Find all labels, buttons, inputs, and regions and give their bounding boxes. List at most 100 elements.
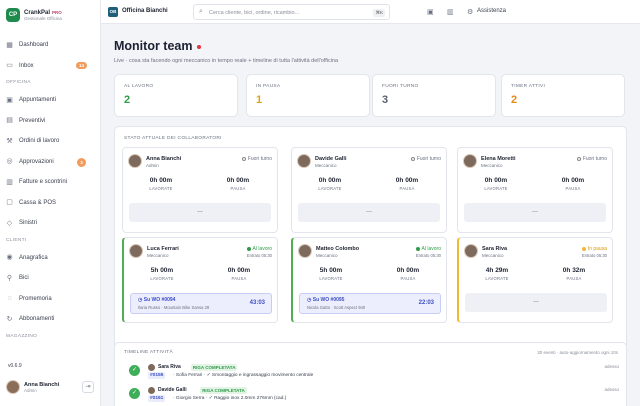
no-activity-placeholder: — bbox=[129, 203, 271, 222]
team-member-card[interactable]: Luca Ferrari Meccanico Al lavoro Entrato 05… bbox=[122, 237, 278, 323]
calendar-icon: ▣ bbox=[6, 96, 13, 104]
pause-label: PAUSA bbox=[231, 276, 247, 281]
active-work-order[interactable]: ◷ Su WO #0094 Ilaria Russo · Mountain Bik… bbox=[130, 293, 272, 314]
sidebar-item-ordini-di-lavoro[interactable]: ⚒ Ordini di lavoro bbox=[0, 131, 100, 152]
member-role: Meccanico bbox=[482, 253, 504, 258]
sidebar-item-sinistri[interactable]: ◇ Sinistri bbox=[0, 213, 100, 234]
sidebar-item-bici[interactable]: ⚲ Bici bbox=[0, 268, 100, 289]
worked-time: 0h 00m bbox=[318, 177, 342, 184]
sidebar-item-inbox[interactable]: ▭ Inbox 14 bbox=[0, 56, 100, 77]
status-text: Fuori turno bbox=[582, 156, 607, 162]
pause-label: PAUSA bbox=[230, 186, 246, 191]
sidebar-section-label: MAGAZZINO bbox=[6, 333, 38, 339]
shift-start: Entrato 05:30 bbox=[581, 253, 607, 258]
member-role: Meccanico bbox=[315, 163, 337, 168]
worked-label: LAVORATE bbox=[484, 186, 508, 191]
status-badge: Fuori turno bbox=[410, 156, 441, 162]
team-member-card[interactable]: Sara Riva Meccanico In pausa Entrato 05:30 4… bbox=[457, 237, 613, 323]
member-role: Meccanico bbox=[481, 163, 503, 168]
timeline-event: ✓ Sara Riva RIGA COMPLETATA #0155 · Sofia Fe… bbox=[129, 363, 619, 383]
sidebar-item-label: Sinistri bbox=[19, 220, 38, 227]
assistance-link[interactable]: Assistenza bbox=[477, 8, 506, 14]
team-member-card[interactable]: Elena Moretti Meccanico Fuori turno 0h 00m 0… bbox=[457, 147, 613, 233]
team-member-card[interactable]: Matteo Colombo Meccanico Al lavoro Entrato … bbox=[291, 237, 447, 323]
status-text: Fuori turno bbox=[416, 156, 441, 162]
work-order-link[interactable]: #0155 bbox=[148, 372, 166, 379]
sidebar-item-preventivi[interactable]: ▤ Preventivi bbox=[0, 111, 100, 132]
status-text: Al lavoro bbox=[421, 246, 441, 252]
event-tag: RIGA COMPLETATA bbox=[200, 386, 247, 394]
pause-time: 0h 00m bbox=[227, 267, 251, 274]
user-profile[interactable]: Anna Bianchi Admin ⇥ bbox=[6, 380, 96, 394]
member-name: Matteo Colombo bbox=[316, 246, 360, 252]
no-activity-placeholder: — bbox=[464, 203, 606, 222]
sidebar-item-anagrafica[interactable]: ◉ Anagrafica bbox=[0, 248, 100, 269]
stat-label: TIMER ATTIVI bbox=[511, 84, 546, 89]
worked-label: LAVORATE bbox=[149, 186, 173, 191]
pause-time: 0h 32m bbox=[562, 267, 586, 274]
calendar-icon[interactable]: ▣ bbox=[427, 8, 434, 16]
status-badge: In pausa bbox=[581, 246, 607, 252]
page-title: Monitor team bbox=[114, 39, 202, 53]
logout-icon[interactable]: ⇥ bbox=[82, 381, 94, 393]
shop-name[interactable]: Officina Bianchi bbox=[122, 8, 168, 14]
avatar bbox=[297, 154, 311, 168]
shield-icon: ◇ bbox=[6, 219, 13, 227]
sidebar-item-cassa-pos[interactable]: ▢ Cassa & POS bbox=[0, 193, 100, 214]
gear-icon[interactable]: ⚙ bbox=[467, 8, 473, 16]
search-icon: ⌕ bbox=[199, 8, 203, 15]
search-placeholder: Cerca cliente, bici, ordine, ricambio... bbox=[209, 9, 300, 16]
sidebar-item-label: Abbonamenti bbox=[19, 316, 55, 323]
pause-time: 0h 00m bbox=[396, 267, 420, 274]
event-description: · Sofia Ferrari · ✓ Smontaggio e ingrass… bbox=[173, 373, 314, 378]
stat-card-fuori-turno: FUORI TURNO 3 bbox=[372, 74, 496, 117]
sidebar-item-approvazioni[interactable]: ◎ Approvazioni 3 bbox=[0, 152, 100, 173]
avatar bbox=[6, 380, 20, 394]
stat-value: 1 bbox=[256, 94, 263, 106]
sidebar-item-dashboard[interactable]: ▦ Dashboard bbox=[0, 35, 100, 56]
status-badge: Al lavoro bbox=[246, 246, 272, 252]
brand: CP CrankPal PRO Gestionale Officina bbox=[0, 0, 100, 24]
avatar bbox=[128, 154, 142, 168]
avatar bbox=[129, 244, 143, 258]
team-panel-title: STATO ATTUALE DEI COLLABORATORI bbox=[124, 136, 222, 141]
check-circle-icon: ◎ bbox=[6, 158, 13, 166]
receipt-icon: ▥ bbox=[6, 178, 13, 186]
sidebar: CP CrankPal PRO Gestionale Officina ▦ Dash… bbox=[0, 0, 101, 406]
sidebar-item-abbonamenti[interactable]: ↻ Abbonamenti bbox=[0, 309, 100, 330]
sidebar-item-appuntamenti[interactable]: ▣ Appuntamenti bbox=[0, 90, 100, 111]
sidebar-section-label: OFFICINA bbox=[6, 80, 31, 85]
pause-time: 0h 00m bbox=[561, 177, 585, 184]
shift-start: Entrato 05:30 bbox=[415, 253, 441, 258]
sidebar-item-label: Dashboard bbox=[19, 42, 49, 49]
sidebar-badge: 3 bbox=[77, 157, 86, 167]
pause-label: PAUSA bbox=[399, 186, 415, 191]
sidebar-item-promemoria[interactable]: ◌ Promemoria bbox=[0, 289, 100, 310]
team-member-card[interactable]: Davide Galli Meccanico Fuori turno 0h 00m 0h… bbox=[291, 147, 447, 233]
work-order-desc: Nicola Gatto · Scott Aspect 940 bbox=[307, 305, 366, 310]
worked-time: 0h 00m bbox=[484, 177, 508, 184]
pause-time: 0h 00m bbox=[226, 177, 250, 184]
sidebar-section-label: CLIENTI bbox=[6, 237, 27, 243]
event-time: adesso bbox=[604, 364, 619, 369]
sidebar-item-label: Promemoria bbox=[19, 295, 52, 302]
active-work-order[interactable]: ◷ Su WO #0095 Nicola Gatto · Scott Aspect… bbox=[299, 293, 441, 314]
status-dot-icon bbox=[410, 156, 415, 161]
sidebar-item-label: Fatture e scontrini bbox=[19, 179, 68, 186]
sidebar-item-label: Ordini di lavoro bbox=[19, 138, 60, 145]
avatar bbox=[464, 244, 478, 258]
team-member-card[interactable]: Anna Bianchi Admin Fuori turno 0h 00m 0h 00m… bbox=[122, 147, 278, 233]
work-order-link[interactable]: #0161 bbox=[148, 395, 166, 402]
team-panel: STATO ATTUALE DEI COLLABORATORI Anna Bia… bbox=[114, 126, 627, 354]
sidebar-badge: 14 bbox=[75, 61, 87, 69]
inbox-icon: ▭ bbox=[6, 62, 13, 70]
status-text: Fuori turno bbox=[247, 156, 272, 162]
book-icon[interactable]: ▥ bbox=[447, 8, 454, 16]
sidebar-item-fatture-e-scontrini[interactable]: ▥ Fatture e scontrini bbox=[0, 172, 100, 193]
stat-value: 3 bbox=[382, 94, 389, 106]
refresh-icon: ↻ bbox=[6, 315, 13, 323]
status-dot-icon bbox=[246, 246, 251, 251]
search-input[interactable]: ⌕ Cerca cliente, bici, ordine, ricambio.… bbox=[193, 4, 390, 20]
status-dot-icon bbox=[576, 156, 581, 161]
avatar bbox=[298, 244, 312, 258]
